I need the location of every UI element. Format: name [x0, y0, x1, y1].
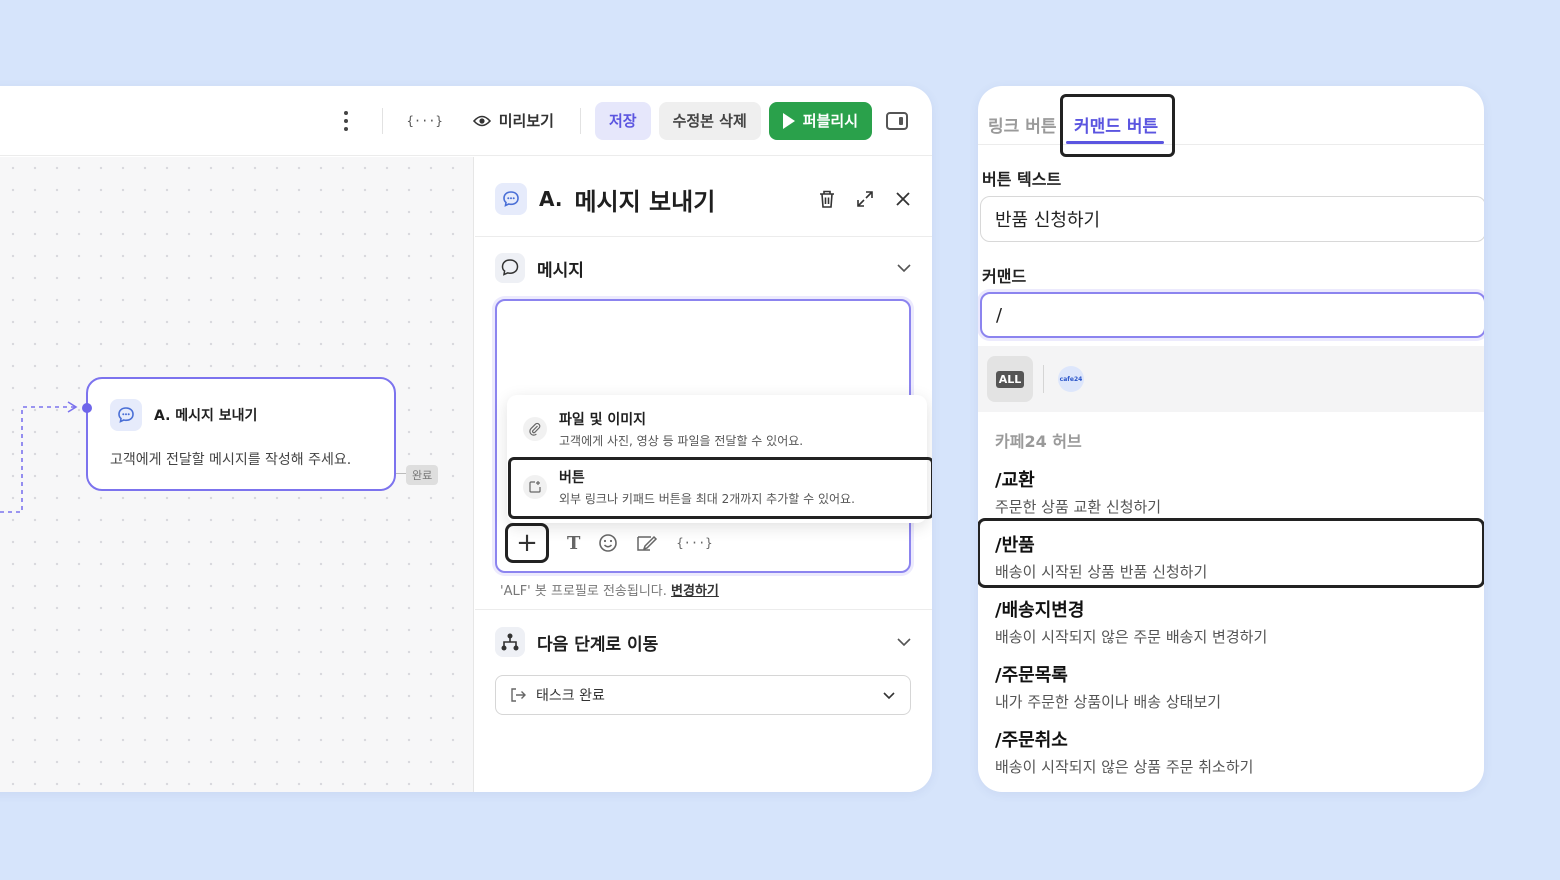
next-step-value: 태스크 완료: [536, 688, 605, 704]
completion-badge: 완료: [406, 465, 439, 485]
more-menu-icon[interactable]: [332, 103, 360, 139]
toolbar-divider: [579, 107, 581, 134]
command-description: 배송이 시작되지 않은 주문 배송지 변경하기: [995, 628, 1268, 646]
command-name: /주문취소: [995, 730, 1068, 751]
menu-item-file-image[interactable]: 파일 및 이미지 고객에게 사진, 영상 등 파일을 전달할 수 있어요.: [523, 409, 803, 449]
command-item[interactable]: /주문목록 내가 주문한 상품이나 배송 상태보기: [995, 661, 1221, 712]
node-settings-panel: A. 메시지 보내기 메시지 + T {···} 파일 및 이미지 고객에게 사…: [475, 157, 932, 792]
variable-button[interactable]: {···}: [397, 114, 453, 128]
save-button[interactable]: 저장: [594, 101, 651, 140]
command-input[interactable]: /: [980, 292, 1484, 338]
publish-button[interactable]: 퍼블리시: [768, 101, 872, 140]
flow-connector: [0, 401, 78, 513]
paperclip-icon: [523, 417, 547, 441]
change-profile-link[interactable]: 변경하기: [671, 584, 719, 599]
menu-item-title: 파일 및 이미지: [559, 412, 647, 428]
divider: [475, 609, 932, 610]
chevron-down-icon[interactable]: [896, 637, 912, 647]
emoji-icon[interactable]: [598, 533, 618, 553]
message-section-label: 메시지: [537, 260, 584, 281]
eye-icon: [472, 115, 491, 126]
chevron-down-icon[interactable]: [896, 263, 912, 273]
filter-all-button[interactable]: ALL: [987, 356, 1033, 402]
delete-revision-button[interactable]: 수정본 삭제: [658, 101, 761, 140]
command-item[interactable]: /교환 주문한 상품 교환 신청하기: [995, 466, 1161, 517]
chevron-down-icon: [883, 691, 895, 699]
next-step-select[interactable]: 태스크 완료: [495, 675, 911, 715]
command-name: /교환: [995, 470, 1035, 491]
play-icon: [782, 112, 795, 129]
message-toolbar: + T {···}: [505, 523, 713, 563]
text-format-icon[interactable]: T: [567, 533, 580, 554]
flow-editor-window: {···} 미리보기 저장 수정본 삭제 퍼블리시 A. 메시지 보내기 고객에…: [0, 86, 932, 792]
all-label: ALL: [995, 370, 1025, 388]
panel-step-label: A.: [539, 187, 563, 211]
command-group-label: 카페24 허브: [995, 432, 1082, 451]
tab-link-button[interactable]: 링크 버튼: [988, 112, 1056, 137]
node-output-line: [396, 473, 406, 474]
command-name: /주문목록: [995, 665, 1068, 686]
menu-item-description: 고객에게 사진, 영상 등 파일을 전달할 수 있어요.: [559, 434, 804, 448]
button-text-label: 버튼 텍스트: [982, 170, 1062, 189]
button-type-tabs: 링크 버튼 커맨드 버튼: [978, 86, 1484, 157]
exit-icon: [511, 688, 526, 702]
chat-bubble-icon: [110, 399, 142, 431]
preview-label: 미리보기: [498, 112, 554, 130]
next-step-label: 다음 단계로 이동: [537, 634, 659, 655]
node-input-port[interactable]: [82, 403, 92, 413]
divider: [475, 236, 932, 237]
command-button-panel: 링크 버튼 커맨드 버튼 버튼 텍스트 반품 신청하기 커맨드 / ALL ca…: [978, 86, 1484, 792]
close-icon[interactable]: [894, 190, 912, 208]
flow-canvas[interactable]: A. 메시지 보내기 고객에게 전달할 메시지를 작성해 주세요. 완료: [0, 157, 474, 792]
command-description: 배송이 시작되지 않은 상품 주문 취소하기: [995, 758, 1254, 776]
button-text-input[interactable]: 반품 신청하기: [980, 196, 1484, 242]
command-name: /배송지변경: [995, 600, 1085, 621]
command-label: 커맨드: [982, 267, 1027, 286]
edit-card-icon[interactable]: [636, 534, 658, 552]
message-section-header[interactable]: 메시지: [495, 251, 912, 285]
command-description: 주문한 상품 교환 신청하기: [995, 498, 1162, 516]
flow-node-send-message[interactable]: A. 메시지 보내기 고객에게 전달할 메시지를 작성해 주세요.: [82, 377, 396, 491]
node-title: A. 메시지 보내기: [154, 408, 258, 424]
cafe24-filter-button[interactable]: cafe24: [1058, 366, 1084, 392]
command-item[interactable]: /배송지변경 배송이 시작되지 않은 주문 배송지 변경하기: [995, 596, 1267, 647]
publish-label: 퍼블리시: [802, 112, 858, 130]
editor-toolbar: {···} 미리보기 저장 수정본 삭제 퍼블리시: [0, 86, 932, 156]
next-step-section-header[interactable]: 다음 단계로 이동: [495, 625, 912, 659]
expand-icon[interactable]: [856, 190, 874, 208]
sender-note: 'ALF' 봇 프로필로 전송됩니다. 변경하기: [500, 580, 719, 599]
command-filter-bar: ALL cafe24: [978, 346, 1484, 412]
highlight-frame: [978, 518, 1484, 588]
filter-divider: [1043, 365, 1044, 393]
panel-toggle-icon[interactable]: [886, 111, 908, 130]
branch-icon: [495, 627, 525, 657]
command-item[interactable]: /주문취소 배송이 시작되지 않은 상품 주문 취소하기: [995, 726, 1253, 777]
preview-button[interactable]: 미리보기: [461, 110, 566, 131]
command-description: 내가 주문한 상품이나 배송 상태보기: [995, 693, 1222, 711]
add-attachment-button[interactable]: +: [505, 523, 549, 563]
highlight-frame: [508, 457, 932, 519]
chat-bubble-icon: [495, 183, 527, 215]
node-description: 고객에게 전달할 메시지를 작성해 주세요.: [110, 452, 352, 468]
sender-note-text: 'ALF' 봇 프로필로 전송됩니다.: [500, 584, 667, 599]
toolbar-divider: [381, 107, 383, 134]
panel-title: 메시지 보내기: [574, 187, 716, 216]
highlight-frame: [1060, 94, 1175, 157]
attachment-menu: 파일 및 이미지 고객에게 사진, 영상 등 파일을 전달할 수 있어요. 버튼…: [507, 395, 932, 523]
variable-insert-icon[interactable]: {···}: [676, 536, 712, 550]
trash-icon[interactable]: [818, 189, 836, 209]
chat-bubble-icon: [495, 253, 525, 283]
